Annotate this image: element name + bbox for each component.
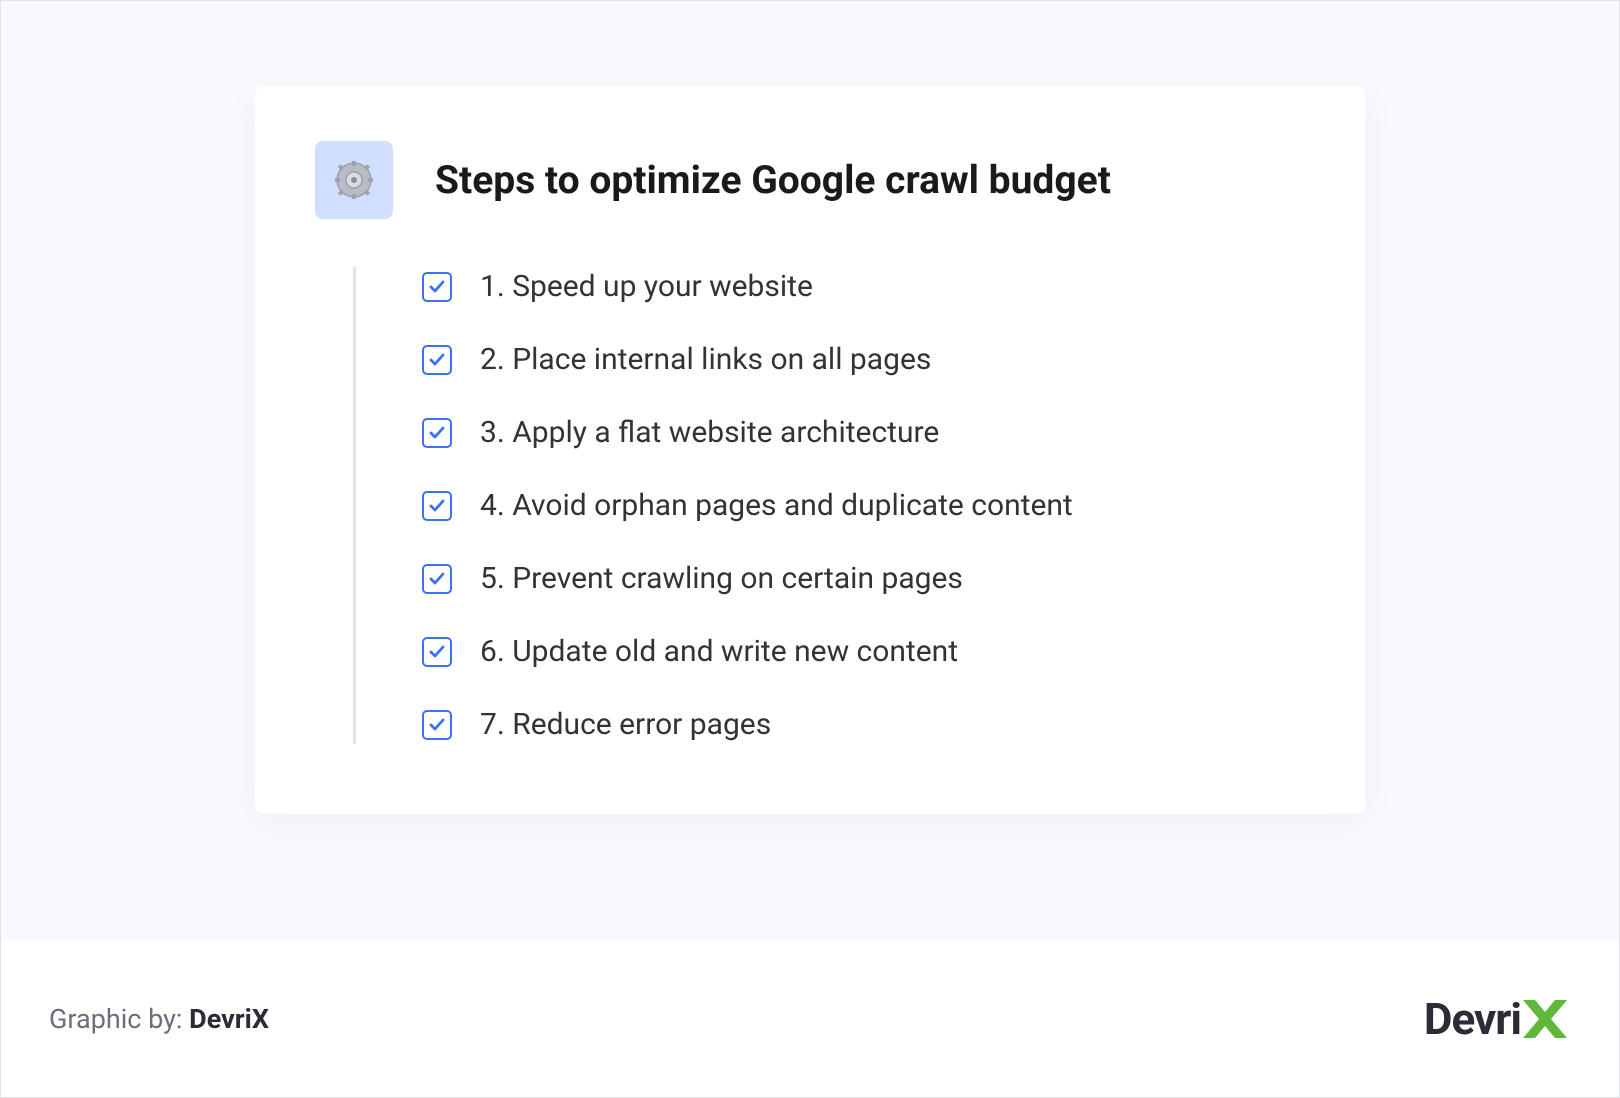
check-icon bbox=[429, 425, 445, 441]
logo-text: Devri bbox=[1424, 993, 1521, 1045]
credit-text: Graphic by: DevriX bbox=[49, 1003, 269, 1035]
check-icon bbox=[429, 498, 445, 514]
step-text: 2. Place internal links on all pages bbox=[480, 342, 931, 377]
checkbox bbox=[422, 710, 452, 740]
card-header: Steps to optimize Google crawl budget bbox=[315, 141, 1305, 219]
list-item: 5. Prevent crawling on certain pages bbox=[422, 561, 1305, 596]
check-icon bbox=[429, 644, 445, 660]
step-text: 7. Reduce error pages bbox=[480, 707, 771, 742]
list-item: 7. Reduce error pages bbox=[422, 707, 1305, 742]
title-icon-box bbox=[315, 141, 393, 219]
infographic-frame: Steps to optimize Google crawl budget 1.… bbox=[0, 0, 1620, 1098]
steps-list: 1. Speed up your website 2. Place intern… bbox=[353, 267, 1305, 744]
devrix-logo: Devri bbox=[1424, 992, 1571, 1046]
step-text: 5. Prevent crawling on certain pages bbox=[480, 561, 963, 596]
main-content-area: Steps to optimize Google crawl budget 1.… bbox=[1, 1, 1619, 941]
check-icon bbox=[429, 571, 445, 587]
list-item: 4. Avoid orphan pages and duplicate cont… bbox=[422, 488, 1305, 523]
step-text: 1. Speed up your website bbox=[480, 269, 813, 304]
gear-icon bbox=[334, 160, 374, 200]
check-icon bbox=[429, 717, 445, 733]
list-item: 1. Speed up your website bbox=[422, 269, 1305, 304]
checkbox bbox=[422, 272, 452, 302]
step-text: 4. Avoid orphan pages and duplicate cont… bbox=[480, 488, 1073, 523]
credit-brand: DevriX bbox=[189, 1003, 269, 1035]
list-item: 2. Place internal links on all pages bbox=[422, 342, 1305, 377]
checkbox bbox=[422, 564, 452, 594]
list-item: 6. Update old and write new content bbox=[422, 634, 1305, 669]
check-icon bbox=[429, 352, 445, 368]
checkbox bbox=[422, 418, 452, 448]
step-text: 6. Update old and write new content bbox=[480, 634, 958, 669]
logo-x-icon bbox=[1517, 992, 1571, 1046]
step-text: 3. Apply a flat website architecture bbox=[480, 415, 939, 450]
content-card: Steps to optimize Google crawl budget 1.… bbox=[255, 86, 1365, 814]
checkbox bbox=[422, 637, 452, 667]
credit-prefix: Graphic by: bbox=[49, 1003, 189, 1035]
checkbox bbox=[422, 491, 452, 521]
card-title: Steps to optimize Google crawl budget bbox=[435, 157, 1111, 204]
check-icon bbox=[429, 279, 445, 295]
footer: Graphic by: DevriX Devri bbox=[1, 940, 1619, 1097]
checkbox bbox=[422, 345, 452, 375]
list-item: 3. Apply a flat website architecture bbox=[422, 415, 1305, 450]
